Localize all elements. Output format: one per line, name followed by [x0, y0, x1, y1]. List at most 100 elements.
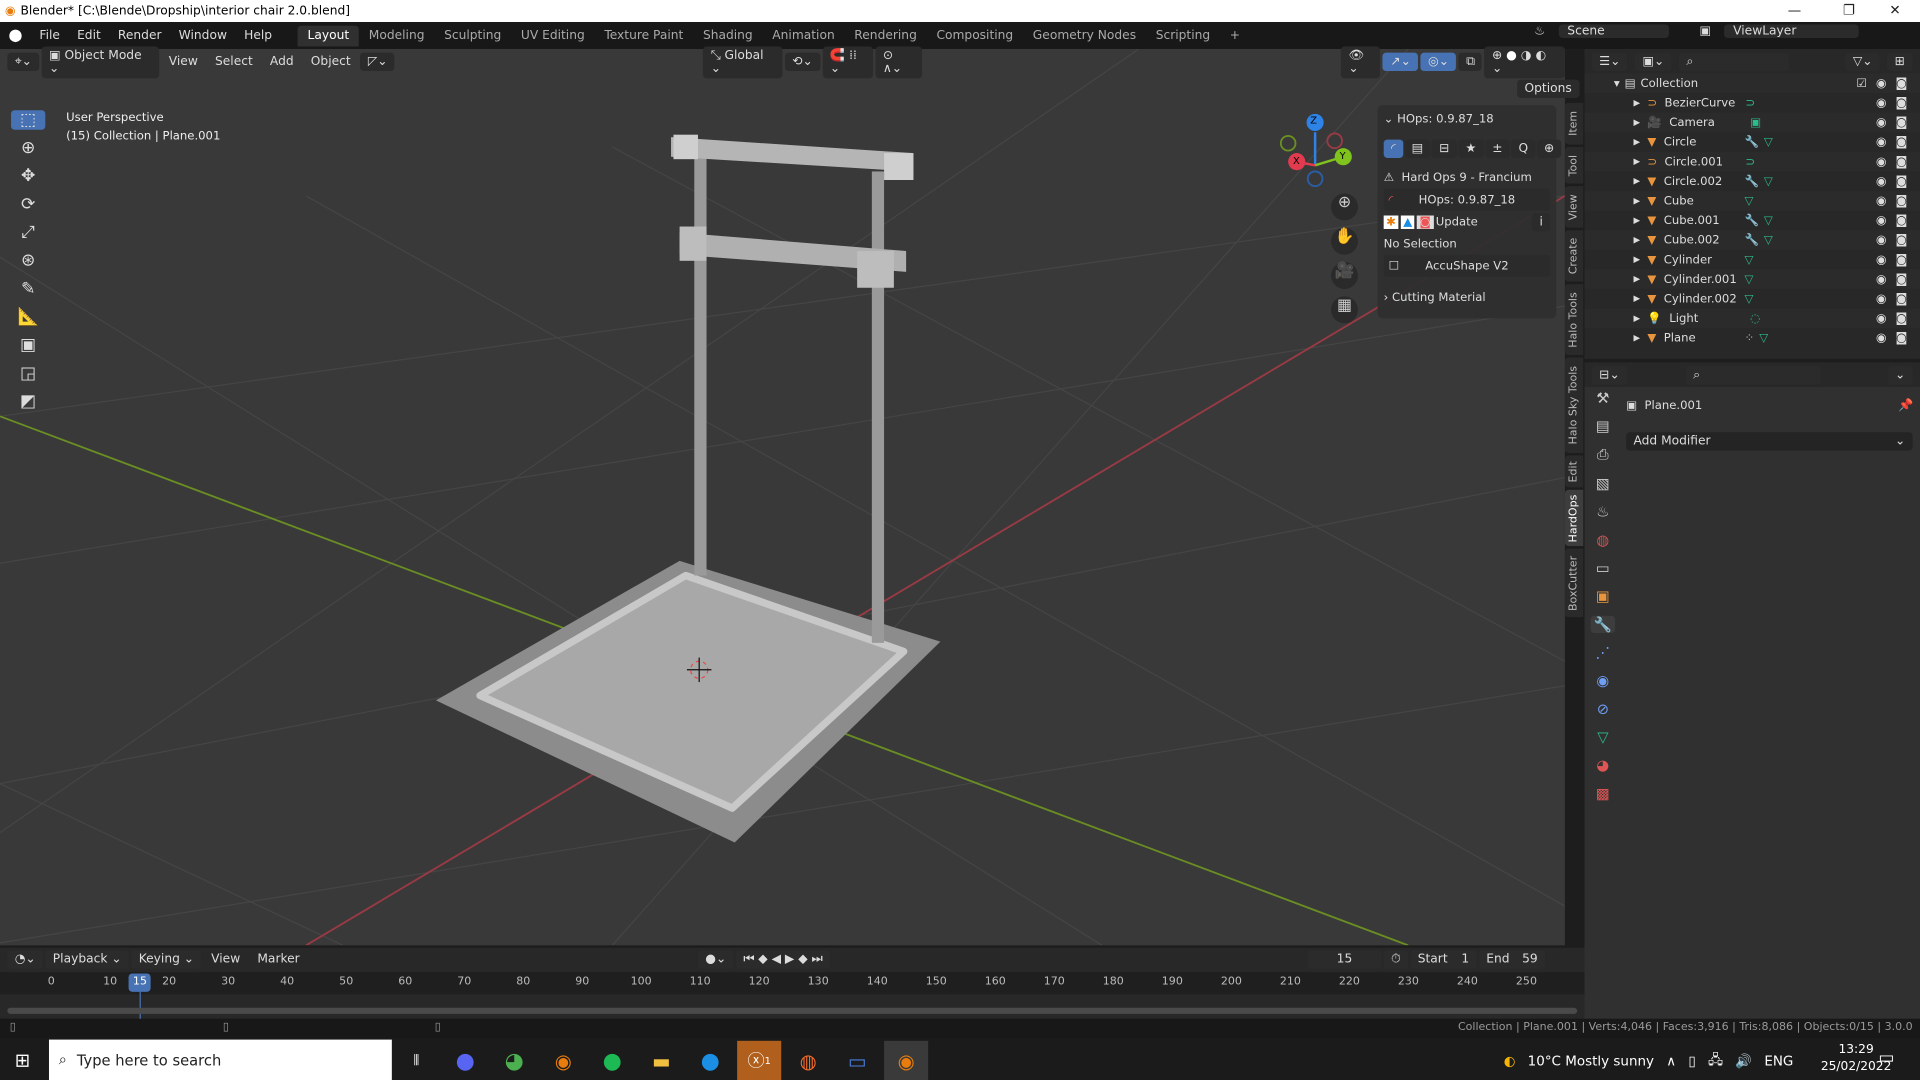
pin-icon[interactable]: 📌 — [1898, 399, 1913, 412]
shading-modes[interactable]: ⊕ ● ◑ ◐ ⌄ — [1484, 45, 1565, 78]
modifier-icon[interactable]: 🔧 — [1745, 135, 1760, 148]
render-camera-icon[interactable]: ◙ — [1896, 233, 1908, 246]
rotate-tool-icon[interactable]: ⟳ — [21, 195, 35, 215]
outliner-item[interactable]: ▶ ⊃ BezierCurve ⊃ ◉ ◙ — [1584, 93, 1920, 113]
render-camera-icon[interactable]: ◙ — [1896, 96, 1908, 109]
playback-menu[interactable]: Playback ⌄ — [45, 950, 129, 969]
expand-arrow-icon[interactable]: ▶ — [1633, 235, 1640, 245]
new-collection-icon[interactable]: ⊞ — [1887, 52, 1913, 72]
outliner-item[interactable]: ▶ ▼ Cylinder ▽ ◉ ◙ — [1584, 250, 1920, 270]
proportional-edit-icon[interactable]: ⊙ ∧⌄ — [875, 45, 923, 78]
accushape-toggle[interactable]: ☐ AccuShape V2 — [1383, 254, 1551, 277]
chrome-icon[interactable]: ◕ — [492, 1041, 536, 1080]
camera-data-icon[interactable]: ▣ — [1750, 116, 1761, 129]
expand-arrow-icon[interactable]: ▶ — [1633, 137, 1640, 147]
outliner-item[interactable]: ▶ ▼ Circle.002 🔧 ▽ ◉ ◙ — [1584, 171, 1920, 191]
expand-arrow-icon[interactable]: ▶ — [1633, 118, 1640, 128]
current-frame-field[interactable]: 15 — [1307, 950, 1382, 969]
constraints-tab-icon[interactable]: ⊘ — [1597, 700, 1609, 717]
pivot-icon[interactable]: ⟲⌄ — [784, 52, 821, 72]
object-tab-icon[interactable]: ▣ — [1596, 588, 1610, 605]
side-tab-edit[interactable]: Edit — [1564, 455, 1584, 488]
stopwatch-icon[interactable]: ⏱ — [1383, 950, 1408, 969]
overlay-toggle-icon[interactable]: ◎⌄ — [1420, 52, 1457, 72]
expand-arrow-icon[interactable]: ▶ — [1633, 98, 1640, 108]
collection-checkbox[interactable]: ☑ — [1856, 77, 1866, 90]
scene-selector[interactable]: Scene — [1558, 24, 1669, 38]
expand-arrow-icon[interactable]: ▶ — [1633, 216, 1640, 226]
outliner-item[interactable]: ▶ ▼ Cube ▽ ◉ ◙ — [1584, 191, 1920, 211]
ortho-toggle-icon[interactable]: ▦ — [1331, 296, 1358, 324]
side-tab-view[interactable]: View — [1564, 186, 1584, 228]
blender-menu-icon[interactable]: ⬤ — [0, 29, 31, 42]
side-tab-create[interactable]: Create — [1564, 230, 1584, 282]
restore-button[interactable]: ❐ — [1843, 2, 1855, 18]
eye-icon[interactable]: ◉ — [1876, 155, 1887, 168]
hops-tool-icon[interactable]: ◲ — [20, 364, 36, 384]
mesh-data-icon[interactable]: ▽ — [1745, 272, 1754, 285]
render-camera-icon[interactable]: ◙ — [1896, 312, 1908, 325]
add-modifier-dropdown[interactable]: Add Modifier ⌄ — [1626, 432, 1913, 451]
properties-options-icon[interactable]: ⌄ — [1887, 365, 1913, 384]
side-tab-tool[interactable]: Tool — [1564, 146, 1584, 184]
language-indicator[interactable]: ENG — [1764, 1053, 1793, 1069]
cutting-material-section[interactable]: › Cutting Material — [1384, 287, 1551, 309]
info-icon[interactable]: i — [1532, 212, 1551, 231]
mesh-data-icon[interactable]: ▽ — [1764, 233, 1773, 246]
file-explorer-icon[interactable]: ▬ — [639, 1041, 683, 1080]
weather-icon[interactable]: ◐ — [1504, 1053, 1516, 1069]
close-button[interactable]: ✕ — [1889, 2, 1900, 18]
blender-active-taskbar-icon[interactable]: ◉ — [884, 1040, 929, 1080]
select-box-tool-icon[interactable]: ⬚ — [11, 110, 46, 130]
update-link[interactable]: Update — [1436, 215, 1478, 228]
properties-search-input[interactable]: ⌕ — [1685, 365, 1821, 384]
render-camera-icon[interactable]: ◙ — [1896, 272, 1908, 285]
add-cube-tool-icon[interactable]: ▣ — [20, 336, 36, 356]
outliner-item[interactable]: ▶ ▼ Plane ⁘ ▽ ◉ ◙ — [1584, 328, 1920, 348]
view-layer-tab-icon[interactable]: ▧ — [1596, 475, 1610, 492]
gizmo-toggle-icon[interactable]: ↗⌄ — [1383, 52, 1419, 72]
mesh-data-icon[interactable]: ▽ — [1764, 214, 1773, 227]
render-camera-icon[interactable]: ◙ — [1896, 77, 1908, 90]
battlenet-icon[interactable]: ● — [688, 1041, 732, 1080]
mesh-data-icon[interactable]: ▽ — [1759, 331, 1768, 344]
hops-plusminus-icon[interactable]: ± — [1484, 138, 1510, 158]
notifications-icon[interactable]: ▭ — [1878, 1048, 1894, 1068]
render-camera-icon[interactable]: ◙ — [1896, 174, 1908, 187]
timeline-view-menu[interactable]: View — [204, 950, 248, 968]
zoom-view-icon[interactable]: ⊕ — [1331, 193, 1358, 221]
collection-tab-icon[interactable]: ▭ — [1596, 560, 1610, 577]
view-layer-selector[interactable]: ViewLayer — [1724, 24, 1860, 38]
particles-tab-icon[interactable]: ⋰ — [1596, 644, 1611, 661]
outliner-display-mode-icon[interactable]: ☰⌄ — [1591, 52, 1628, 72]
cursor-tool-icon[interactable]: ⊕ — [21, 138, 35, 158]
tab-sculpting[interactable]: Sculpting — [434, 25, 511, 46]
expand-arrow-icon[interactable]: ▶ — [1633, 333, 1640, 343]
modifier-icon[interactable]: 🔧 — [1745, 174, 1760, 187]
hops-panel-header[interactable]: ⌄ HOps: 0.9.87_18 — [1384, 108, 1551, 130]
render-camera-icon[interactable]: ◙ — [1896, 253, 1908, 266]
timeline-scrollbar[interactable] — [7, 1007, 1578, 1014]
render-camera-icon[interactable]: ◙ — [1896, 214, 1908, 227]
eye-icon[interactable]: ◉ — [1876, 96, 1887, 109]
menu-help[interactable]: Help — [236, 29, 281, 42]
menu-render[interactable]: Render — [109, 29, 170, 42]
boxcutter-tool-icon[interactable]: ◩ — [20, 392, 36, 412]
render-camera-icon[interactable]: ◙ — [1896, 194, 1908, 207]
side-tab-halo-sky-tools[interactable]: Halo Sky Tools — [1564, 357, 1584, 454]
eye-icon[interactable]: ◉ — [1876, 292, 1887, 305]
outliner-search-input[interactable]: ⌕ — [1678, 52, 1790, 72]
particles-icon[interactable]: ⁘ — [1745, 331, 1755, 344]
camera-view-icon[interactable]: 🎥 — [1331, 262, 1358, 289]
move-tool-icon[interactable]: ✥ — [21, 167, 35, 187]
monitor-app-icon[interactable]: ▭ — [835, 1041, 879, 1080]
add-workspace-button[interactable]: + — [1220, 25, 1250, 46]
material-tab-icon[interactable]: ◕ — [1596, 757, 1609, 774]
expand-arrow-icon[interactable]: ▶ — [1633, 255, 1640, 265]
discord-icon[interactable]: ● — [443, 1041, 487, 1080]
editor-type-icon[interactable]: ⌖⌄ — [7, 52, 40, 72]
hops-addon-icon-2[interactable]: ▲ — [1400, 214, 1415, 229]
hops-q-icon[interactable]: Q — [1511, 138, 1536, 158]
expand-arrow-icon[interactable]: ▶ — [1633, 313, 1640, 323]
side-tab-item[interactable]: Item — [1564, 102, 1584, 145]
